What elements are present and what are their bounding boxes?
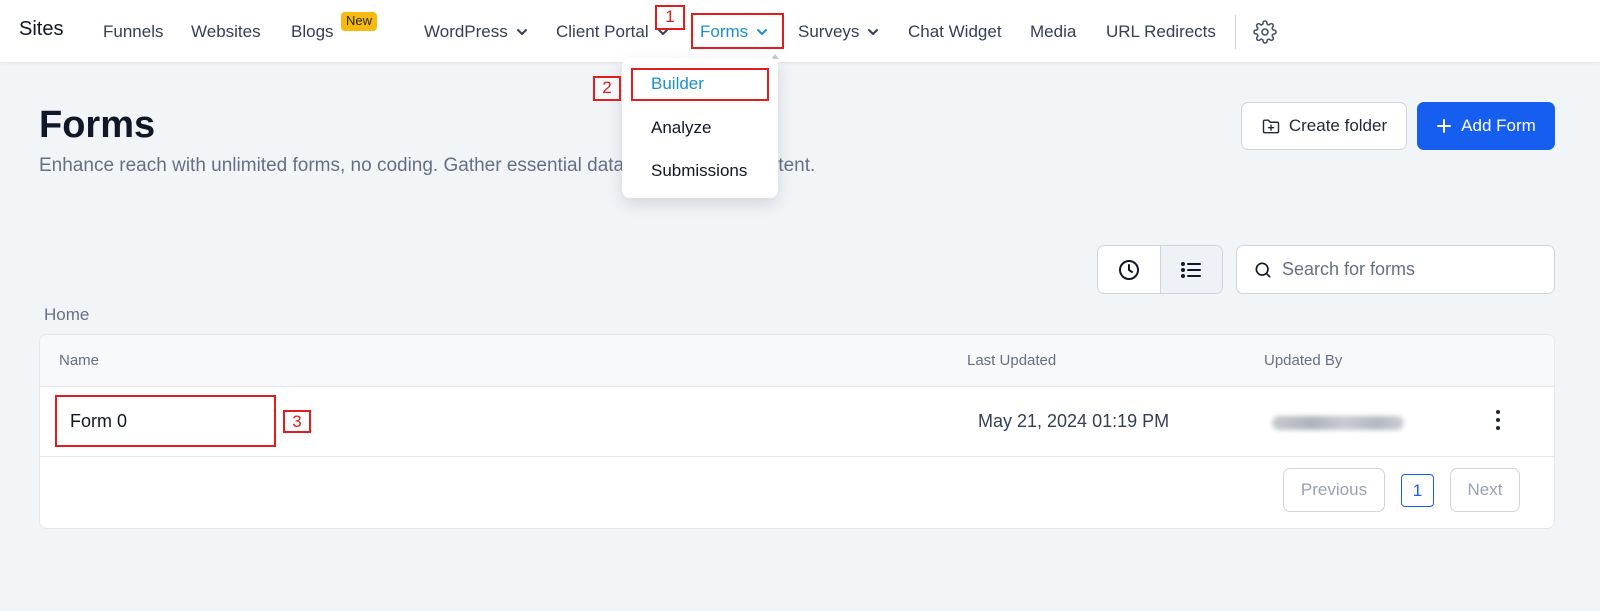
breadcrumb[interactable]: Home xyxy=(44,305,89,325)
menu-item-analyze[interactable]: Analyze xyxy=(651,118,711,138)
column-header-updated-by[interactable]: Updated By xyxy=(1264,352,1342,369)
nav-item-url-redirects[interactable]: URL Redirects xyxy=(1106,22,1216,42)
nav-item-blogs[interactable]: Blogs xyxy=(291,22,334,42)
search-icon xyxy=(1255,262,1271,277)
chevron-down-icon xyxy=(868,29,879,35)
search-box xyxy=(1236,245,1555,294)
column-header-last-updated[interactable]: Last Updated xyxy=(967,352,1056,369)
previous-page-button[interactable]: Previous xyxy=(1283,468,1385,512)
annotation-label-3: 3 xyxy=(283,410,311,433)
chevron-down-icon xyxy=(516,29,527,35)
plus-icon xyxy=(1437,119,1452,133)
nav-item-wordpress[interactable]: WordPress xyxy=(424,22,528,42)
nav-divider xyxy=(1235,15,1236,49)
page-number-button[interactable]: 1 xyxy=(1401,474,1434,507)
nav-item-surveys[interactable]: Surveys xyxy=(798,22,879,42)
search-input[interactable] xyxy=(1282,259,1552,280)
folder-plus-icon xyxy=(1262,119,1280,134)
nav-item-chat-widget[interactable]: Chat Widget xyxy=(908,22,1002,42)
annotation-box-forms xyxy=(691,13,784,49)
new-badge: New xyxy=(341,12,378,31)
list-view-button[interactable] xyxy=(1159,246,1222,293)
annotation-label-2: 2 xyxy=(593,76,621,101)
next-page-button[interactable]: Next xyxy=(1450,468,1520,512)
last-updated-value: May 21, 2024 01:19 PM xyxy=(978,411,1170,431)
annotation-box-form-0 xyxy=(55,395,276,447)
list-icon xyxy=(1181,261,1202,278)
create-folder-label: Create folder xyxy=(1288,116,1388,135)
gear-icon[interactable] xyxy=(1253,20,1277,44)
page-description: Enhance reach with unlimited forms, no c… xyxy=(39,155,816,176)
nav-item-media[interactable]: Media xyxy=(1030,22,1076,42)
annotation-label-1: 1 xyxy=(655,5,685,30)
create-folder-button[interactable]: Create folder xyxy=(1241,102,1407,150)
nav-item-client-portal[interactable]: Client Portal xyxy=(556,22,669,42)
view-toggle xyxy=(1097,245,1223,294)
more-options-icon[interactable] xyxy=(1488,405,1508,435)
annotation-box-builder xyxy=(631,68,769,101)
updated-by-redacted xyxy=(1272,416,1404,430)
column-header-name[interactable]: Name xyxy=(59,352,99,369)
menu-item-submissions[interactable]: Submissions xyxy=(651,161,747,181)
add-form-button[interactable]: Add Form xyxy=(1417,102,1555,150)
page-title: Forms xyxy=(39,104,156,146)
recent-view-button[interactable] xyxy=(1098,246,1160,293)
table-header: Name Last Updated Updated By xyxy=(40,335,1554,387)
clock-icon xyxy=(1118,259,1139,280)
nav-item-websites[interactable]: Websites xyxy=(191,22,261,42)
brand-title: Sites xyxy=(19,18,64,40)
top-navigation: Sites Funnels Websites Blogs New WordPre… xyxy=(0,0,1600,62)
nav-item-funnels[interactable]: Funnels xyxy=(103,22,163,42)
add-form-label: Add Form xyxy=(1461,116,1536,135)
